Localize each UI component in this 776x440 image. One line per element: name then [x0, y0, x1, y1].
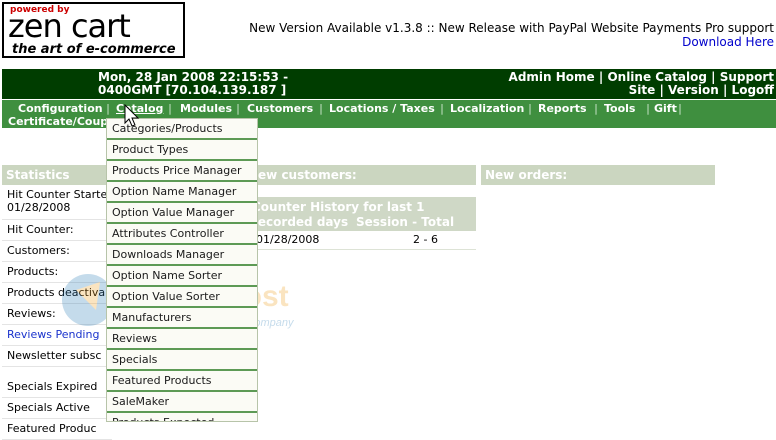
- header-separator: |: [659, 83, 664, 97]
- zencart-logo[interactable]: powered by zen cart the art of e-commerc…: [2, 2, 185, 58]
- stat-row: Newsletter subsc: [2, 346, 112, 367]
- logoff-link[interactable]: Logoff: [732, 83, 774, 97]
- datetime-line-2: 0400GMT [70.104.139.187 ]: [98, 83, 287, 97]
- menu-separator: |: [594, 102, 599, 115]
- menu-separator: |: [319, 102, 324, 115]
- menu-item-gift[interactable]: Gift: [654, 102, 677, 115]
- new-customers-header: New customers:: [244, 165, 476, 185]
- admin-home-link[interactable]: Admin Home: [509, 70, 595, 84]
- counter-history-row: 01/28/2008 2 - 6: [248, 231, 476, 250]
- header-separator: |: [722, 83, 728, 97]
- dropdown-item-products-price-manager[interactable]: Products Price Manager: [107, 161, 257, 182]
- menu-item-configuration[interactable]: Configuration: [18, 102, 103, 115]
- logo-tagline: the art of e-commerce: [12, 42, 176, 57]
- dropdown-item-products-expected[interactable]: Products Expected: [107, 413, 257, 421]
- menu-item-tools[interactable]: Tools: [604, 102, 635, 115]
- stat-row: Hit Counter:: [2, 220, 112, 241]
- header-separator: |: [598, 70, 604, 84]
- support-site-link[interactable]: Support: [720, 70, 774, 84]
- counter-session-total: 2 - 6: [413, 233, 438, 246]
- dropdown-item-reviews[interactable]: Reviews: [107, 329, 257, 350]
- menu-item-customers[interactable]: Customers: [247, 102, 313, 115]
- stat-spacer: [2, 367, 112, 377]
- dropdown-item-option-value-sorter[interactable]: Option Value Sorter: [107, 287, 257, 308]
- online-catalog-link[interactable]: Online Catalog: [607, 70, 707, 84]
- menu-item-gift-certificate-cont[interactable]: Certificate/Coupo: [8, 115, 116, 128]
- menu-separator: |: [440, 102, 445, 115]
- menu-item-modules[interactable]: Modules: [180, 102, 232, 115]
- menu-separator: |: [106, 102, 111, 115]
- counter-date: 01/28/2008: [256, 233, 320, 246]
- counter-history-title-2: recorded days Session - Total: [252, 215, 455, 229]
- new-orders-header: New orders:: [481, 165, 715, 185]
- stat-row: Customers:: [2, 241, 112, 262]
- header-separator: |: [711, 70, 716, 84]
- stat-row: Specials Expired: [2, 377, 112, 398]
- menu-item-localization[interactable]: Localization: [450, 102, 524, 115]
- stat-row: Hit Counter Starte 01/28/2008: [2, 186, 112, 220]
- counter-history-title-1: Counter History for last 1: [252, 200, 425, 214]
- catalog-dropdown-menu: Categories/Products Product Types Products…: [106, 118, 258, 422]
- support-site-link-cont[interactable]: Site: [629, 83, 656, 97]
- logo-brand: zen cart: [8, 7, 131, 45]
- session-total-heading: Session - Total: [356, 215, 455, 229]
- counter-history-header: Counter History for last 1 recorded days…: [248, 197, 476, 231]
- menu-item-reports[interactable]: Reports: [538, 102, 587, 115]
- menu-separator: |: [528, 102, 533, 115]
- mouse-pointer-icon: [124, 104, 140, 127]
- dropdown-item-option-value-manager[interactable]: Option Value Manager: [107, 203, 257, 224]
- version-notice-area: New Version Available v1.3.8 :: New Rele…: [249, 21, 774, 49]
- header-links: Admin Home | Online Catalog | Support Si…: [509, 71, 774, 97]
- dropdown-item-downloads-manager[interactable]: Downloads Manager: [107, 245, 257, 266]
- dropdown-item-featured-products[interactable]: Featured Products: [107, 371, 257, 392]
- menu-separator: |: [678, 102, 683, 115]
- server-datetime: Mon, 28 Jan 2008 22:15:53 - 0400GMT [70.…: [98, 71, 288, 97]
- dropdown-item-specials[interactable]: Specials: [107, 350, 257, 371]
- version-notice: New Version Available v1.3.8 :: New Rele…: [249, 21, 774, 35]
- admin-header-bar: Mon, 28 Jan 2008 22:15:53 - 0400GMT [70.…: [2, 69, 776, 99]
- menu-item-locations-taxes[interactable]: Locations / Taxes: [329, 102, 435, 115]
- menu-separator: |: [236, 102, 241, 115]
- menu-separator: |: [646, 102, 651, 115]
- version-link[interactable]: Version: [668, 83, 719, 97]
- download-here-link[interactable]: Download Here: [249, 35, 774, 49]
- dropdown-item-option-name-manager[interactable]: Option Name Manager: [107, 182, 257, 203]
- menu-separator: |: [168, 102, 173, 115]
- dropdown-item-attributes-controller[interactable]: Attributes Controller: [107, 224, 257, 245]
- dropdown-item-option-name-sorter[interactable]: Option Name Sorter: [107, 266, 257, 287]
- dropdown-item-salemaker[interactable]: SaleMaker: [107, 392, 257, 413]
- dropdown-item-product-types[interactable]: Product Types: [107, 140, 257, 161]
- stat-row: Featured Produc: [2, 419, 112, 440]
- dropdown-item-manufacturers[interactable]: Manufacturers: [107, 308, 257, 329]
- stat-row: Specials Active: [2, 398, 112, 419]
